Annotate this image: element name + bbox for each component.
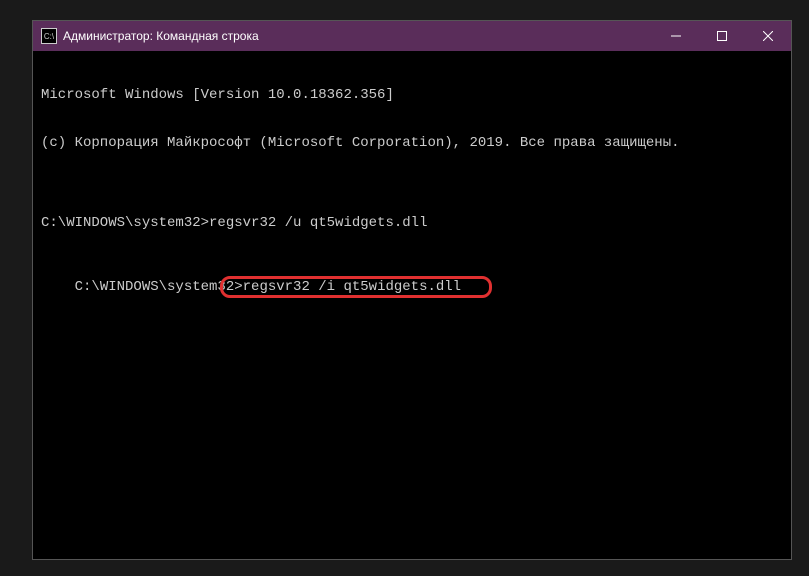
maximize-icon bbox=[717, 31, 727, 41]
terminal-line-highlighted: C:\WINDOWS\system32>regsvr32 /i qt5widge… bbox=[75, 279, 461, 295]
command-text: regsvr32 /u qt5widgets.dll bbox=[209, 215, 427, 231]
close-icon bbox=[763, 31, 773, 41]
terminal-line: Microsoft Windows [Version 10.0.18362.35… bbox=[41, 87, 783, 103]
window-controls bbox=[653, 21, 791, 51]
cmd-icon-glyph: C:\ bbox=[44, 32, 54, 41]
titlebar[interactable]: C:\ Администратор: Командная строка bbox=[33, 21, 791, 51]
command-prompt-window: C:\ Администратор: Командная строка Micr… bbox=[32, 20, 792, 560]
window-title: Администратор: Командная строка bbox=[63, 29, 653, 43]
command-text: regsvr32 /i qt5widgets.dll bbox=[243, 279, 461, 295]
terminal-line: (c) Корпорация Майкрософт (Microsoft Cor… bbox=[41, 135, 783, 151]
maximize-button[interactable] bbox=[699, 21, 745, 51]
cmd-icon: C:\ bbox=[41, 28, 57, 44]
terminal-area[interactable]: Microsoft Windows [Version 10.0.18362.35… bbox=[33, 51, 791, 559]
minimize-button[interactable] bbox=[653, 21, 699, 51]
terminal-line: C:\WINDOWS\system32>regsvr32 /u qt5widge… bbox=[41, 215, 783, 231]
prompt: C:\WINDOWS\system32> bbox=[75, 279, 243, 295]
prompt: C:\WINDOWS\system32> bbox=[41, 215, 209, 231]
minimize-icon bbox=[671, 31, 681, 41]
close-button[interactable] bbox=[745, 21, 791, 51]
